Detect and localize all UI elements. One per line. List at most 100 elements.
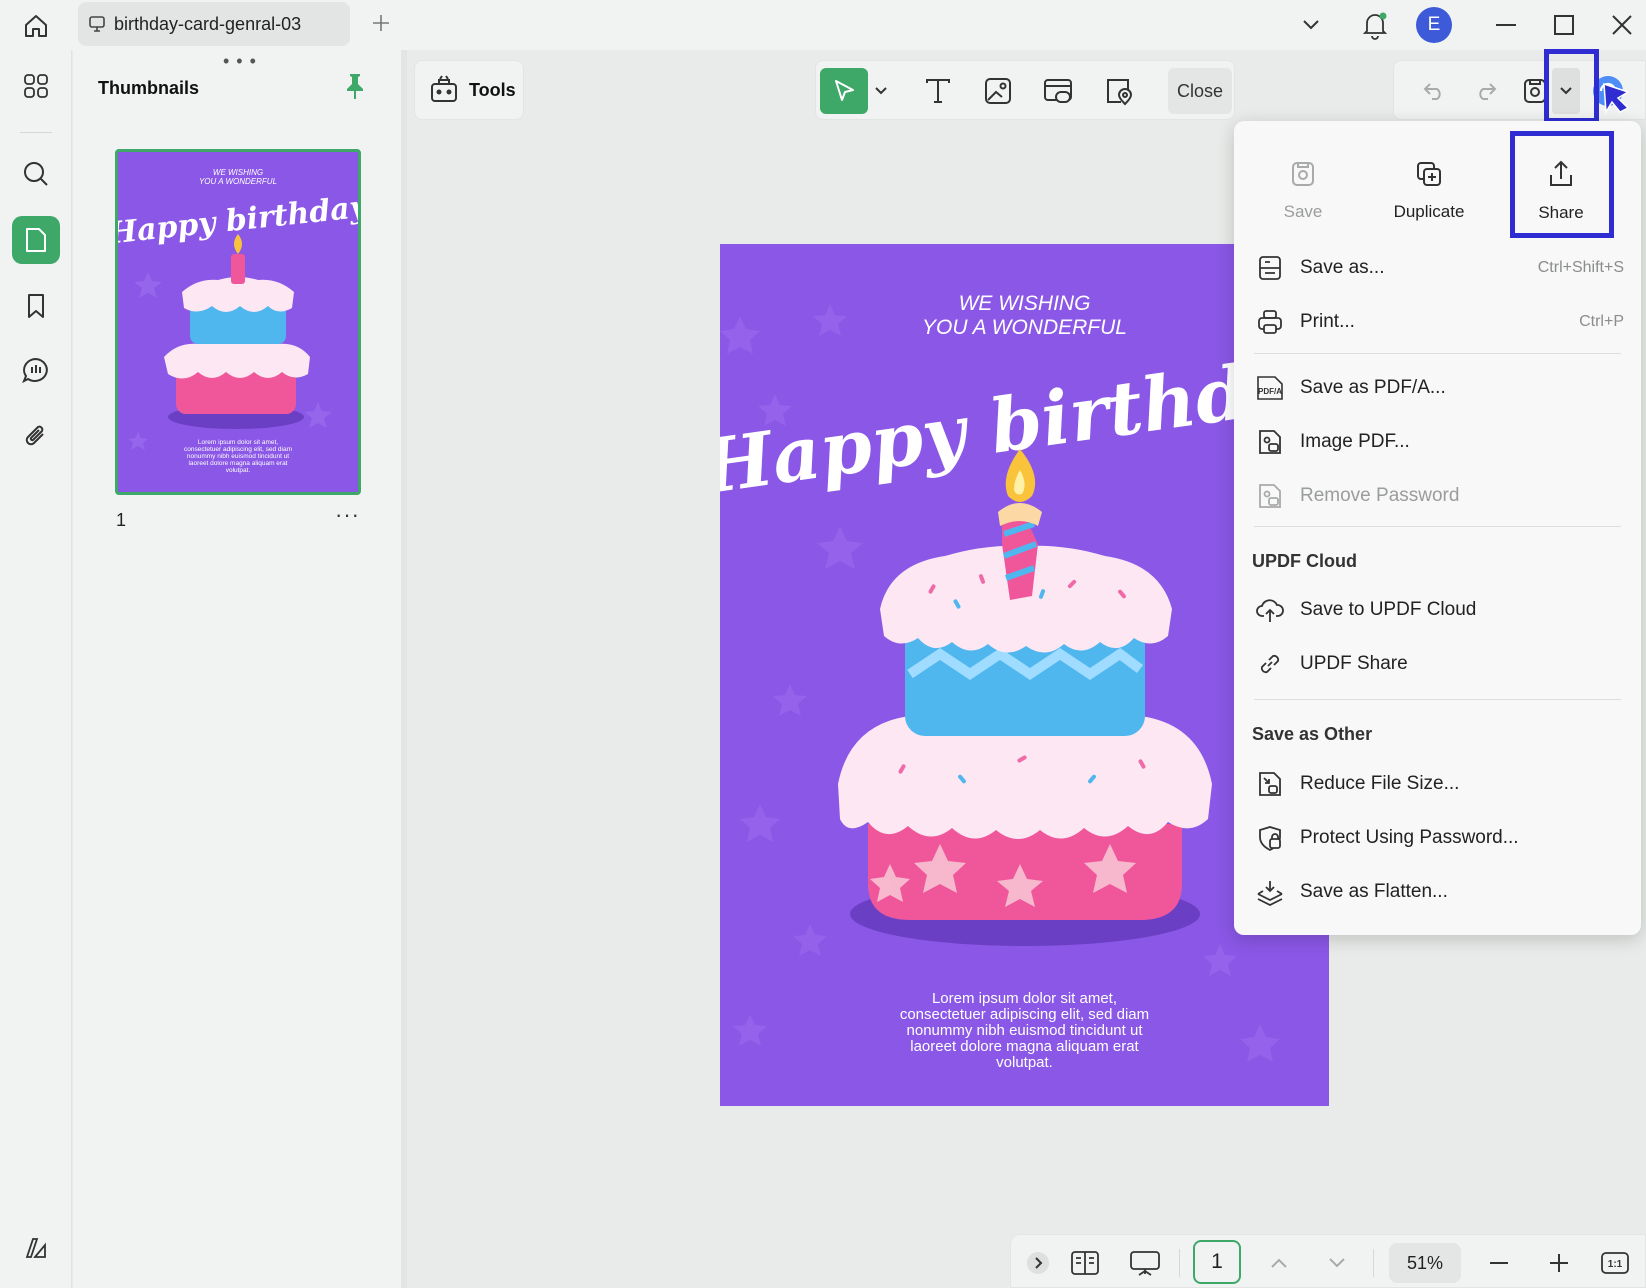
add-text-icon[interactable] <box>916 68 960 114</box>
cloud-upload-icon <box>1254 594 1286 626</box>
svg-text:Lorem ipsum dolor sit amet,: Lorem ipsum dolor sit amet, <box>198 439 278 446</box>
menu-print[interactable]: Print... Ctrl+P <box>1254 298 1624 346</box>
menu-duplicate-button[interactable]: Duplicate <box>1374 141 1484 241</box>
menu-reduce-file-size[interactable]: Reduce File Size... <box>1254 760 1624 808</box>
print-shortcut: Ctrl+P <box>1579 313 1624 330</box>
page-layout-icon[interactable] <box>1063 1243 1107 1283</box>
minimize-icon[interactable] <box>1490 6 1522 44</box>
zoom-in-icon[interactable] <box>1541 1243 1577 1283</box>
svg-text:WE WISHING: WE WISHING <box>213 168 263 177</box>
apps-grid-icon[interactable] <box>12 62 60 110</box>
svg-text:PDF/A: PDF/A <box>1258 387 1282 396</box>
home-icon[interactable] <box>18 8 54 44</box>
save-as-shortcut: Ctrl+Shift+S <box>1537 259 1624 276</box>
document-tab[interactable]: birthday-card-genral-03 <box>78 2 350 46</box>
close-edit-button[interactable]: Close <box>1168 68 1232 114</box>
menu-save-label: Save <box>1283 202 1323 221</box>
panel-grip-handle[interactable]: • • • <box>223 52 257 70</box>
thumbnails-page-icon[interactable] <box>12 216 60 264</box>
tabs-dropdown-chevron-icon[interactable] <box>1296 6 1326 44</box>
menu-save-as-flatten[interactable]: Save as Flatten... <box>1254 868 1624 916</box>
redo-icon[interactable] <box>1468 68 1504 114</box>
menu-save-pdfa[interactable]: PDF/A Save as PDF/A... <box>1254 364 1624 412</box>
undo-icon[interactable] <box>1416 68 1452 114</box>
search-icon[interactable] <box>12 150 60 198</box>
zoom-out-icon[interactable] <box>1481 1243 1517 1283</box>
thumbnail-page-number: 1 <box>116 510 127 530</box>
image-pdf-label: Image PDF... <box>1300 431 1410 452</box>
save-as-icon <box>1254 252 1286 284</box>
bookmark-icon[interactable] <box>12 282 60 330</box>
dropdown-highlight-box <box>1544 49 1599 123</box>
add-link-icon[interactable] <box>1036 68 1080 114</box>
save-menu: Save Duplicate Share Save as... Ctrl+Shi… <box>1234 121 1641 935</box>
share-highlight-box <box>1510 131 1614 238</box>
flatten-layers-icon <box>1254 876 1286 908</box>
remove-password-label: Remove Password <box>1300 485 1460 506</box>
comment-icon[interactable] <box>12 346 60 394</box>
updf-share-label: UPDF Share <box>1300 653 1408 674</box>
page-body-text: Lorem ipsum dolor sit amet, consectetuer… <box>720 991 1329 1071</box>
menu-image-pdf[interactable]: Image PDF... <box>1254 418 1624 466</box>
add-location-icon[interactable] <box>1096 68 1140 114</box>
select-tool-button[interactable] <box>820 68 868 114</box>
avatar-initial[interactable]: E <box>1416 7 1452 43</box>
menu-separator <box>1254 699 1621 700</box>
menu-duplicate-label: Duplicate <box>1393 202 1465 221</box>
presentation-icon[interactable] <box>1123 1243 1167 1283</box>
page-body-line: laoreet dolore magna aliquam erat <box>910 1038 1139 1055</box>
page-number-input[interactable]: 1 <box>1193 1240 1241 1284</box>
actual-size-button[interactable]: 1:1 <box>1595 1243 1635 1283</box>
print-label: Print... <box>1300 311 1355 332</box>
pin-icon[interactable] <box>343 72 367 100</box>
edit-toolbar: Close <box>815 60 1235 120</box>
menu-remove-password[interactable]: Remove Password <box>1254 472 1624 520</box>
image-pdf-icon <box>1254 426 1286 458</box>
pointer-arrow-icon <box>1598 82 1632 124</box>
zoom-level[interactable]: 51% <box>1389 1243 1461 1283</box>
menu-save-to-cloud[interactable]: Save to UPDF Cloud <box>1254 586 1624 634</box>
page-body-line: consectetuer adipiscing elit, sed diam <box>899 1006 1150 1023</box>
pdfa-icon: PDF/A <box>1254 372 1286 404</box>
page-thumbnail[interactable]: WE WISHING YOU A WONDERFUL Happy birthda… <box>115 149 361 495</box>
rail-separator <box>20 132 52 133</box>
thumbnail-more-icon[interactable]: ··· <box>335 502 360 528</box>
share-link-icon <box>1254 648 1286 680</box>
add-image-icon[interactable] <box>976 68 1020 114</box>
save-cloud-label: Save to UPDF Cloud <box>1300 599 1477 620</box>
select-dropdown-chevron-icon[interactable] <box>870 68 892 114</box>
panel-divider[interactable] <box>401 50 407 1288</box>
tools-label: Tools <box>469 79 516 100</box>
tools-button[interactable]: Tools <box>414 60 524 120</box>
new-tab-plus-icon[interactable] <box>366 8 396 38</box>
close-window-icon[interactable] <box>1606 6 1638 44</box>
left-rail <box>0 50 72 1288</box>
svg-text:volutpat.: volutpat. <box>226 467 251 474</box>
document-tab-title: birthday-card-genral-03 <box>114 13 302 34</box>
menu-save-button[interactable]: Save <box>1248 141 1358 241</box>
protect-password-label: Protect Using Password... <box>1300 827 1519 848</box>
next-page-icon[interactable] <box>1319 1243 1355 1283</box>
attachment-icon[interactable] <box>12 412 60 460</box>
bottom-bar: 1 51% 1:1 <box>1010 1234 1646 1288</box>
notification-bell-icon[interactable] <box>1358 6 1392 44</box>
reduce-file-size-label: Reduce File Size... <box>1300 773 1460 794</box>
maximize-icon[interactable] <box>1548 6 1580 44</box>
avatar[interactable]: E <box>1414 6 1454 44</box>
document-tab-icon <box>88 15 106 33</box>
menu-protect-password[interactable]: Protect Using Password... <box>1254 814 1624 862</box>
menu-save-as[interactable]: Save as... Ctrl+Shift+S <box>1254 244 1624 292</box>
save-as-flatten-label: Save as Flatten... <box>1300 881 1448 902</box>
print-icon <box>1254 306 1286 338</box>
expand-chevron-icon[interactable] <box>1025 1243 1051 1283</box>
menu-separator <box>1254 526 1621 527</box>
previous-page-icon[interactable] <box>1261 1243 1297 1283</box>
page-body-line: volutpat. <box>996 1054 1053 1071</box>
theme-icon[interactable] <box>12 1224 60 1272</box>
menu-separator <box>1254 353 1621 354</box>
menu-updf-share[interactable]: UPDF Share <box>1254 640 1624 688</box>
svg-text:laoreet dolore magna aliquam e: laoreet dolore magna aliquam erat <box>188 460 287 467</box>
remove-password-icon <box>1254 480 1286 512</box>
bottom-separator <box>1179 1249 1180 1277</box>
thumbnails-panel: • • • Thumbnails WE WISHING YOU A WONDER… <box>73 50 401 1288</box>
